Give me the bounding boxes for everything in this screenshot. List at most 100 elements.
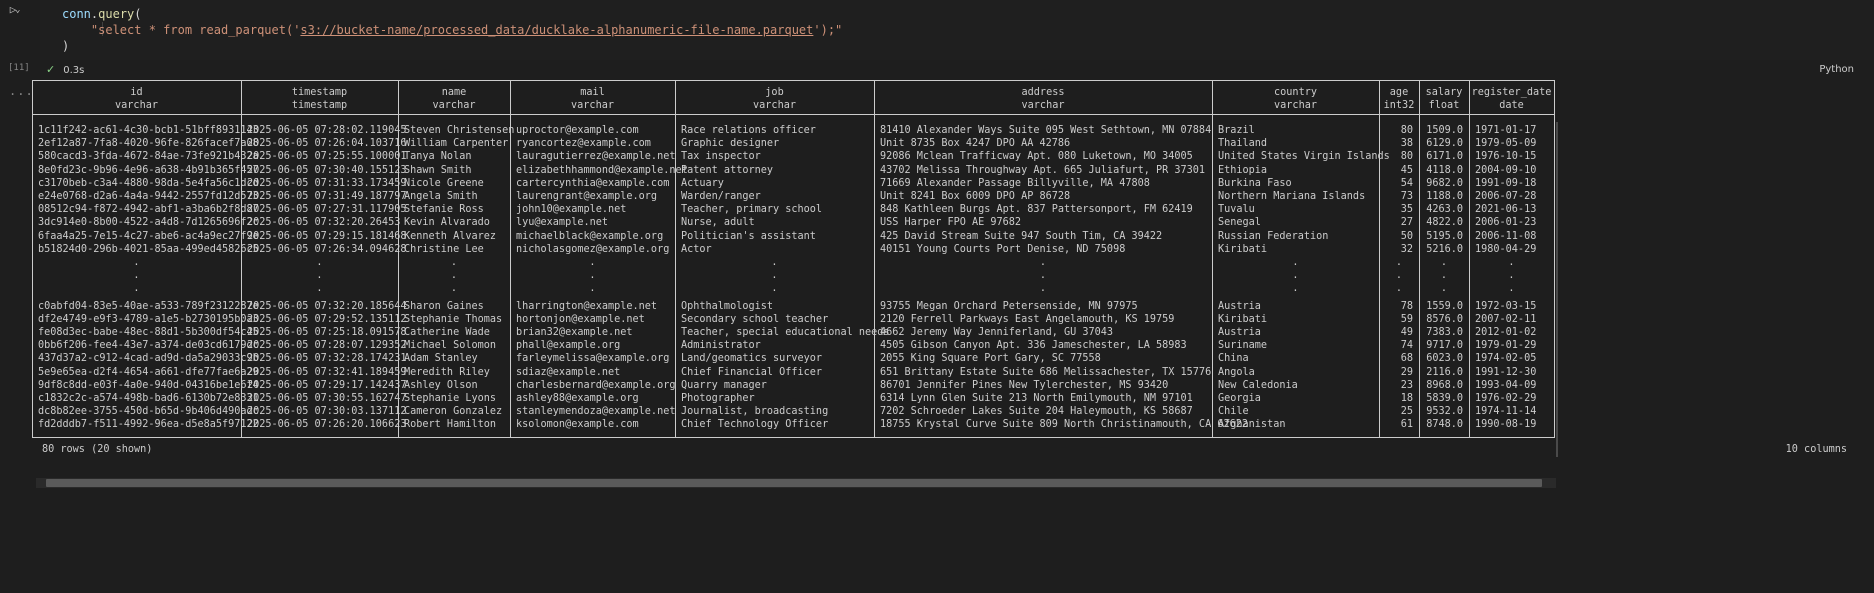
code-token: query — [98, 7, 135, 21]
table-cell: ksolomon@example.com — [516, 419, 639, 431]
code-url-token: s3://bucket-name/processed_data/ducklake… — [300, 23, 814, 37]
table-cell: Senegal — [1218, 217, 1261, 229]
table-border — [1554, 114, 1555, 438]
table-cell: lharrington@example.net — [516, 300, 658, 312]
table-cell: 27 — [1400, 217, 1413, 229]
table-cell: Kiribati — [1218, 243, 1268, 255]
table-cell: Kenneth Alvarez — [404, 230, 497, 242]
table-cell: 4822.0 — [1426, 217, 1463, 229]
table-cell: 18755 Krystal Curve Suite 809 North Chri… — [880, 419, 1249, 431]
column-header-name: job — [765, 87, 784, 98]
horizontal-scrollbar-thumb[interactable] — [46, 479, 1542, 487]
column-header-name: country — [1274, 87, 1317, 98]
table-cell: sdiaz@example.net — [516, 366, 621, 378]
table-cell: 2025-06-05 07:27:31.117905 — [247, 204, 407, 216]
table-cell: nicholasgomez@example.org — [516, 243, 670, 255]
table-cell: 9df8c8dd-e03f-4a0e-940d-04316be1e6f4 — [38, 379, 259, 391]
table-cell: 2025-06-05 07:28:07.129352 — [247, 340, 407, 352]
column-header-type: varchar — [571, 100, 614, 111]
ellipsis-marker: . — [1440, 257, 1448, 268]
ellipsis-marker: . — [771, 270, 778, 282]
table-cell: 2006-01-23 — [1475, 217, 1537, 229]
table-cell: 81410 Alexander Ways Suite 095 West Seth… — [880, 125, 1212, 136]
table-cell: 1991-12-30 — [1475, 366, 1537, 378]
language-indicator[interactable]: Python — [1819, 62, 1854, 78]
table-cell: 2055 King Square Port Gary, SC 77558 — [880, 353, 1101, 365]
table-cell: 1980-04-29 — [1475, 243, 1537, 255]
execution-status: ✓ 0.3s — [46, 62, 84, 78]
ellipsis-marker: . — [133, 283, 140, 295]
table-cell: 6129.0 — [1426, 138, 1463, 150]
table-cell: elizabethhammond@example.net — [516, 164, 688, 176]
table-cell: 2025-06-05 07:32:41.189459 — [247, 366, 407, 378]
table-cell: c1832c2c-a574-498b-bad6-6130b72e8331 — [38, 393, 259, 404]
code-text[interactable]: conn.query( "select * from read_parquet(… — [62, 6, 842, 54]
ellipsis-marker: . — [589, 283, 596, 295]
table-cell: 71669 Alexander Passage Billyville, MA 4… — [880, 177, 1150, 189]
column-header-name: address — [1021, 87, 1065, 98]
table-cell: 6faa4a25-7e15-4c27-abe6-ac4a9ec27f9e — [38, 230, 259, 242]
table-cell: lyu@example.net — [516, 217, 609, 229]
table-cell: Michael Solomon — [404, 340, 497, 352]
table-cell: Quarry manager — [681, 379, 767, 391]
table-cell: Georgia — [1218, 393, 1261, 404]
table-cell: Warden/ranger — [681, 191, 761, 202]
table-cell: 1976-02-29 — [1475, 393, 1537, 404]
column-header-name: id — [130, 87, 143, 98]
table-cell: Ashley Olson — [404, 379, 478, 391]
table-cell: Suriname — [1218, 340, 1268, 352]
table-cell: 2007-02-11 — [1475, 313, 1537, 325]
table-cell: cartercynthia@example.com — [516, 177, 670, 189]
table-cell: Graphic designer — [681, 138, 780, 150]
table-cell: df2e4749-e9f3-4789-a1e5-b2730195b0a3 — [38, 313, 259, 325]
ellipsis-marker: . — [1395, 283, 1403, 295]
table-cell: Ophthalmologist — [681, 300, 774, 312]
column-header-name: register_date — [1471, 87, 1552, 98]
table-cell: 8748.0 — [1426, 419, 1463, 431]
table-cell: 580cacd3-3fda-4672-84ae-73fe921b432a — [38, 151, 259, 163]
table-cell: 2006-11-08 — [1475, 230, 1537, 242]
table-cell: 2ef12a87-7fa8-4020-96fe-826facef7a08 — [38, 138, 259, 150]
table-cell: 2025-06-05 07:25:18.091578 — [247, 327, 407, 338]
table-cell: 1979-05-09 — [1475, 138, 1537, 150]
table-cell: Ethiopia — [1218, 164, 1268, 176]
table-cell: 7383.0 — [1426, 327, 1463, 338]
table-cell: 651 Brittany Estate Suite 686 Melissache… — [880, 366, 1212, 378]
vertical-scrollbar[interactable] — [1556, 122, 1558, 457]
table-cell: 43702 Melissa Throughway Apt. 665 Juliaf… — [880, 164, 1206, 176]
table-cell: 1991-09-18 — [1475, 177, 1537, 189]
table-cell: 50 — [1400, 230, 1413, 242]
table-cell: Nicole Greene — [404, 177, 484, 189]
code-editor[interactable]: conn.query( "select * from read_parquet(… — [40, 0, 1874, 60]
table-cell: 80 — [1400, 125, 1413, 136]
ellipsis-marker: . — [1292, 270, 1299, 282]
table-cell: 68 — [1400, 353, 1413, 365]
table-cell: 61 — [1400, 419, 1413, 431]
ellipsis-marker: . — [133, 270, 140, 282]
table-cell: dc8b82ee-3755-450d-b65d-9b406d490adc — [38, 406, 259, 418]
table-cell: 0bb6f206-fee4-43e7-a374-de03cd6179dc — [38, 340, 259, 352]
table-cell: ryancortez@example.com — [516, 138, 651, 150]
table-cell: 2025-06-05 07:30:55.162747 — [247, 393, 407, 404]
table-cell: Chile — [1218, 406, 1249, 418]
table-cell: 2025-06-05 07:25:55.100001 — [247, 151, 407, 163]
table-cell: 2025-06-05 07:29:15.181468 — [247, 230, 407, 242]
table-cell: 45 — [1400, 164, 1413, 176]
output-more-actions-icon[interactable]: ... — [9, 84, 34, 98]
table-cell: Race relations officer — [681, 125, 816, 136]
table-cell: 1c11f242-ac61-4c30-bcb1-51bff8931143 — [38, 125, 259, 136]
table-cell: 2025-06-05 07:29:17.142437 — [247, 379, 407, 391]
table-cell: 6314 Lynn Glen Suite 213 North Emilymout… — [880, 393, 1193, 404]
table-cell: Teacher, primary school — [681, 204, 823, 216]
table-cell: 4505 Gibson Canyon Apt. 336 Jameschester… — [880, 340, 1187, 352]
code-token: conn — [62, 7, 91, 21]
column-count: 10 columns — [1785, 444, 1847, 455]
table-cell: 25 — [1400, 406, 1413, 418]
table-cell: 93755 Megan Orchard Petersenside, MN 979… — [880, 300, 1138, 312]
table-cell: 2012-01-02 — [1475, 327, 1537, 338]
table-cell: 1974-11-14 — [1475, 406, 1537, 418]
table-cell: Austria — [1218, 300, 1261, 312]
table-cell: Kevin Alvarado — [404, 217, 490, 229]
table-cell: Unit 8735 Box 4247 DPO AA 42786 — [880, 138, 1071, 150]
run-options-chevron-icon[interactable]: ⌄ — [15, 2, 25, 18]
